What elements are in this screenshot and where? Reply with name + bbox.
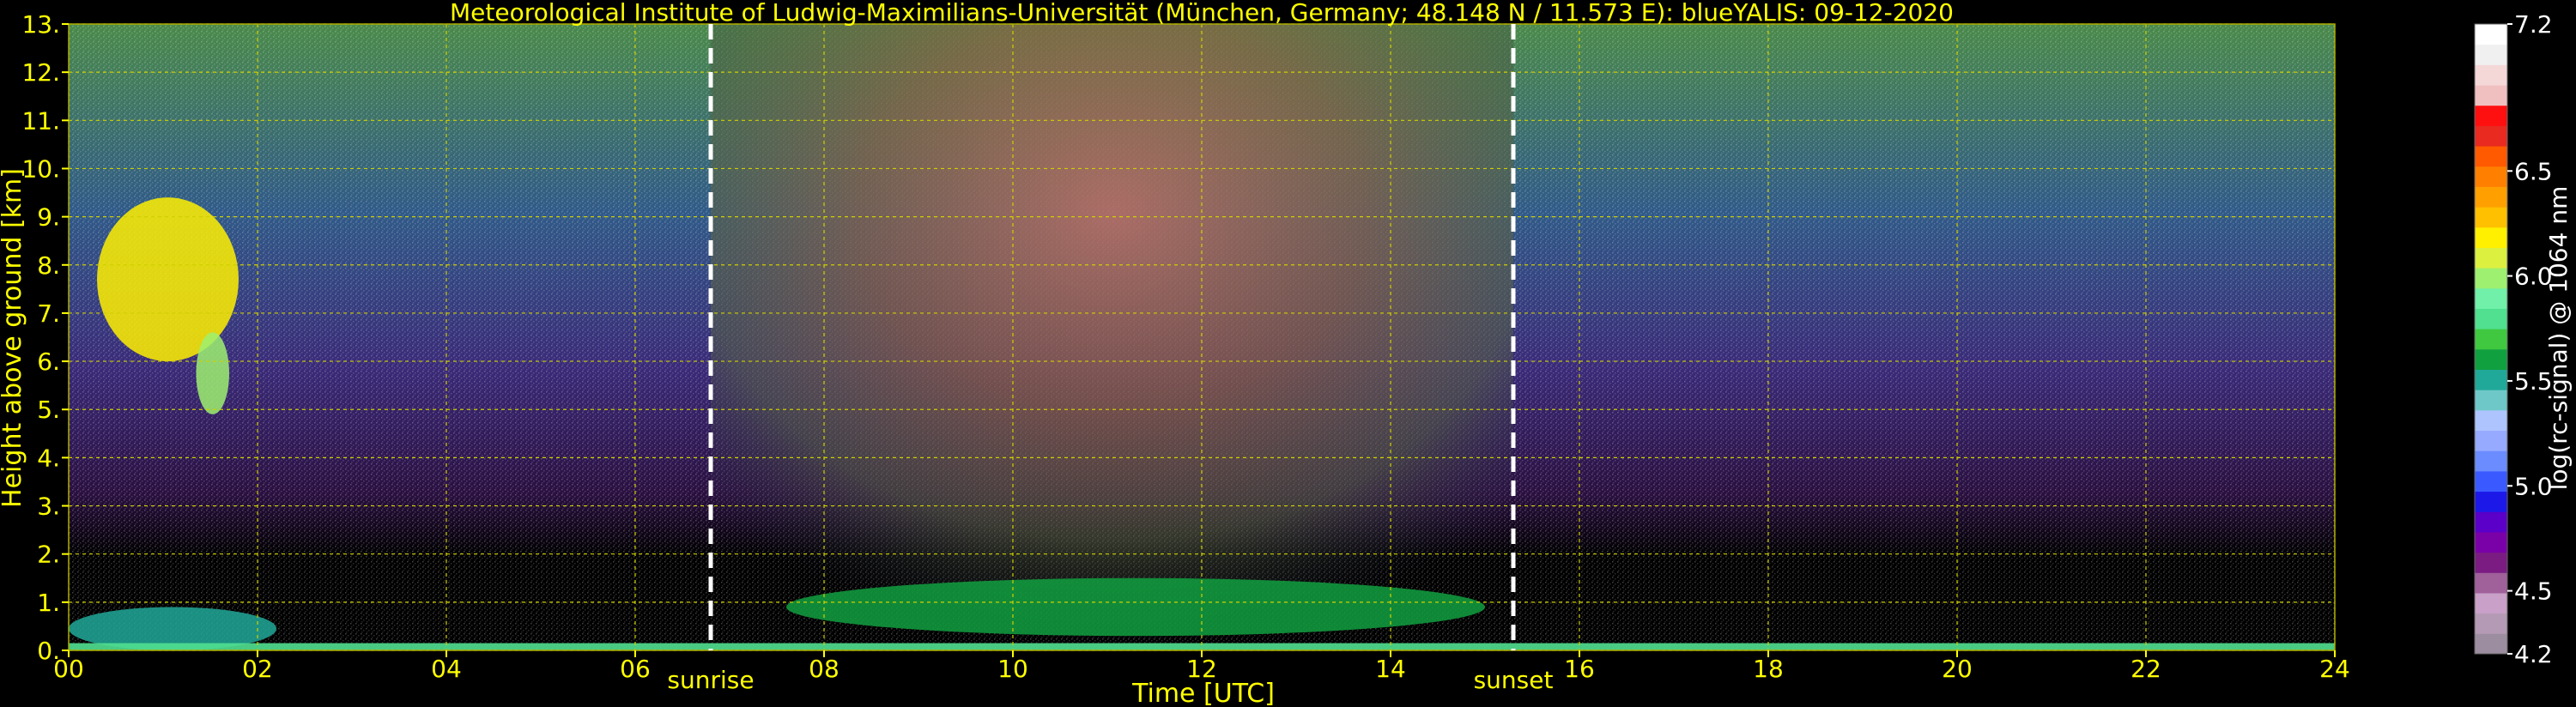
colorbar-swatch-20 <box>2475 227 2507 248</box>
colorbar-swatch-11 <box>2475 409 2507 432</box>
y-tick-3: 3. <box>37 492 60 521</box>
event-label-sunrise: sunrise <box>667 666 754 694</box>
chart-title: Meteorological Institute of Ludwig-Maxim… <box>450 0 1954 27</box>
y-tick-0: 0. <box>37 637 60 665</box>
feature-2 <box>786 577 1485 637</box>
colorbar-swatch-9 <box>2475 450 2507 472</box>
x-tick-16: 16 <box>1564 655 1595 683</box>
y-tick-12: 12. <box>21 58 60 87</box>
colorbar-swatch-23 <box>2475 166 2507 187</box>
y-tick-8: 8. <box>37 251 60 280</box>
x-axis-label: Time [UTC] <box>1131 679 1275 707</box>
colorbar-swatch-29 <box>2475 44 2507 65</box>
colorbar-swatch-1 <box>2475 613 2507 634</box>
colorbar-swatch-3 <box>2475 572 2507 594</box>
colorbar-swatch-27 <box>2475 85 2507 106</box>
colorbar-swatch-28 <box>2475 64 2507 86</box>
colorbar-swatch-8 <box>2475 470 2507 492</box>
colorbar-tick-6.5: 6.5 <box>2514 157 2553 185</box>
colorbar-swatch-5 <box>2475 531 2507 553</box>
colorbar-tick-4.5: 4.5 <box>2514 577 2553 606</box>
plot-area <box>69 24 2335 650</box>
colorbar-swatch-21 <box>2475 207 2507 228</box>
colorbar-swatch-4 <box>2475 552 2507 573</box>
y-tick-6: 6. <box>37 347 60 376</box>
y-axis: 0. 1. 2. 3. 4. 5. 6. 7. 8. 9. 10. 11. 12. 13. <box>21 10 69 665</box>
colorbar: 4.24.55.05.56.06.57.2 <box>2474 10 2553 668</box>
colorbar-label: log(rc-signal) @ 1064 nm <box>2544 186 2573 491</box>
x-tick-02: 02 <box>242 655 273 683</box>
y-tick-11: 11. <box>21 106 60 135</box>
y-tick-2: 2. <box>37 541 60 569</box>
colorbar-swatch-18 <box>2475 268 2507 289</box>
lidar-chart: sunrise sunset 00 02 04 06 08 10 12 14 16 18 20 22 24… <box>0 0 2573 707</box>
x-tick-18: 18 <box>1753 655 1784 683</box>
colorbar-swatch-19 <box>2475 247 2507 269</box>
colorbar-swatch-30 <box>2475 24 2507 45</box>
colorbar-tick-4.2: 4.2 <box>2514 640 2553 668</box>
y-tick-7: 7. <box>37 299 60 328</box>
colorbar-swatch-24 <box>2475 146 2507 167</box>
event-label-sunset: sunset <box>1474 666 1554 694</box>
colorbar-swatch-6 <box>2475 511 2507 533</box>
colorbar-swatch-25 <box>2475 125 2507 147</box>
y-axis-label: Height above ground [km] <box>0 168 27 508</box>
colorbar-swatch-13 <box>2475 369 2507 390</box>
daytime-background <box>711 24 1513 650</box>
y-tick-5: 5. <box>37 396 60 424</box>
colorbar-swatch-10 <box>2475 430 2507 451</box>
y-tick-9: 9. <box>37 203 60 232</box>
y-tick-13: 13. <box>21 10 60 39</box>
x-tick-10: 10 <box>997 655 1028 683</box>
x-tick-24: 24 <box>2319 655 2350 683</box>
colorbar-swatch-0 <box>2475 633 2507 655</box>
colorbar-swatch-26 <box>2475 105 2507 126</box>
y-tick-10: 10. <box>21 154 60 183</box>
colorbar-swatch-7 <box>2475 491 2507 512</box>
y-tick-4: 4. <box>37 444 60 472</box>
colorbar-swatch-12 <box>2475 390 2507 411</box>
x-tick-04: 04 <box>431 655 462 683</box>
feature-1 <box>196 332 229 414</box>
y-tick-1: 1. <box>37 589 60 617</box>
colorbar-tick-7.2: 7.2 <box>2514 10 2553 39</box>
x-tick-08: 08 <box>809 655 839 683</box>
colorbar-swatch-14 <box>2475 348 2507 371</box>
x-tick-06: 06 <box>620 655 651 683</box>
colorbar-swatch-16 <box>2475 308 2507 329</box>
x-tick-20: 20 <box>1942 655 1973 683</box>
colorbar-swatch-2 <box>2475 592 2507 614</box>
colorbar-swatch-22 <box>2475 186 2507 208</box>
x-tick-22: 22 <box>2131 655 2161 683</box>
colorbar-swatch-17 <box>2475 287 2507 309</box>
x-tick-14: 14 <box>1375 655 1406 683</box>
colorbar-swatch-15 <box>2475 329 2507 350</box>
